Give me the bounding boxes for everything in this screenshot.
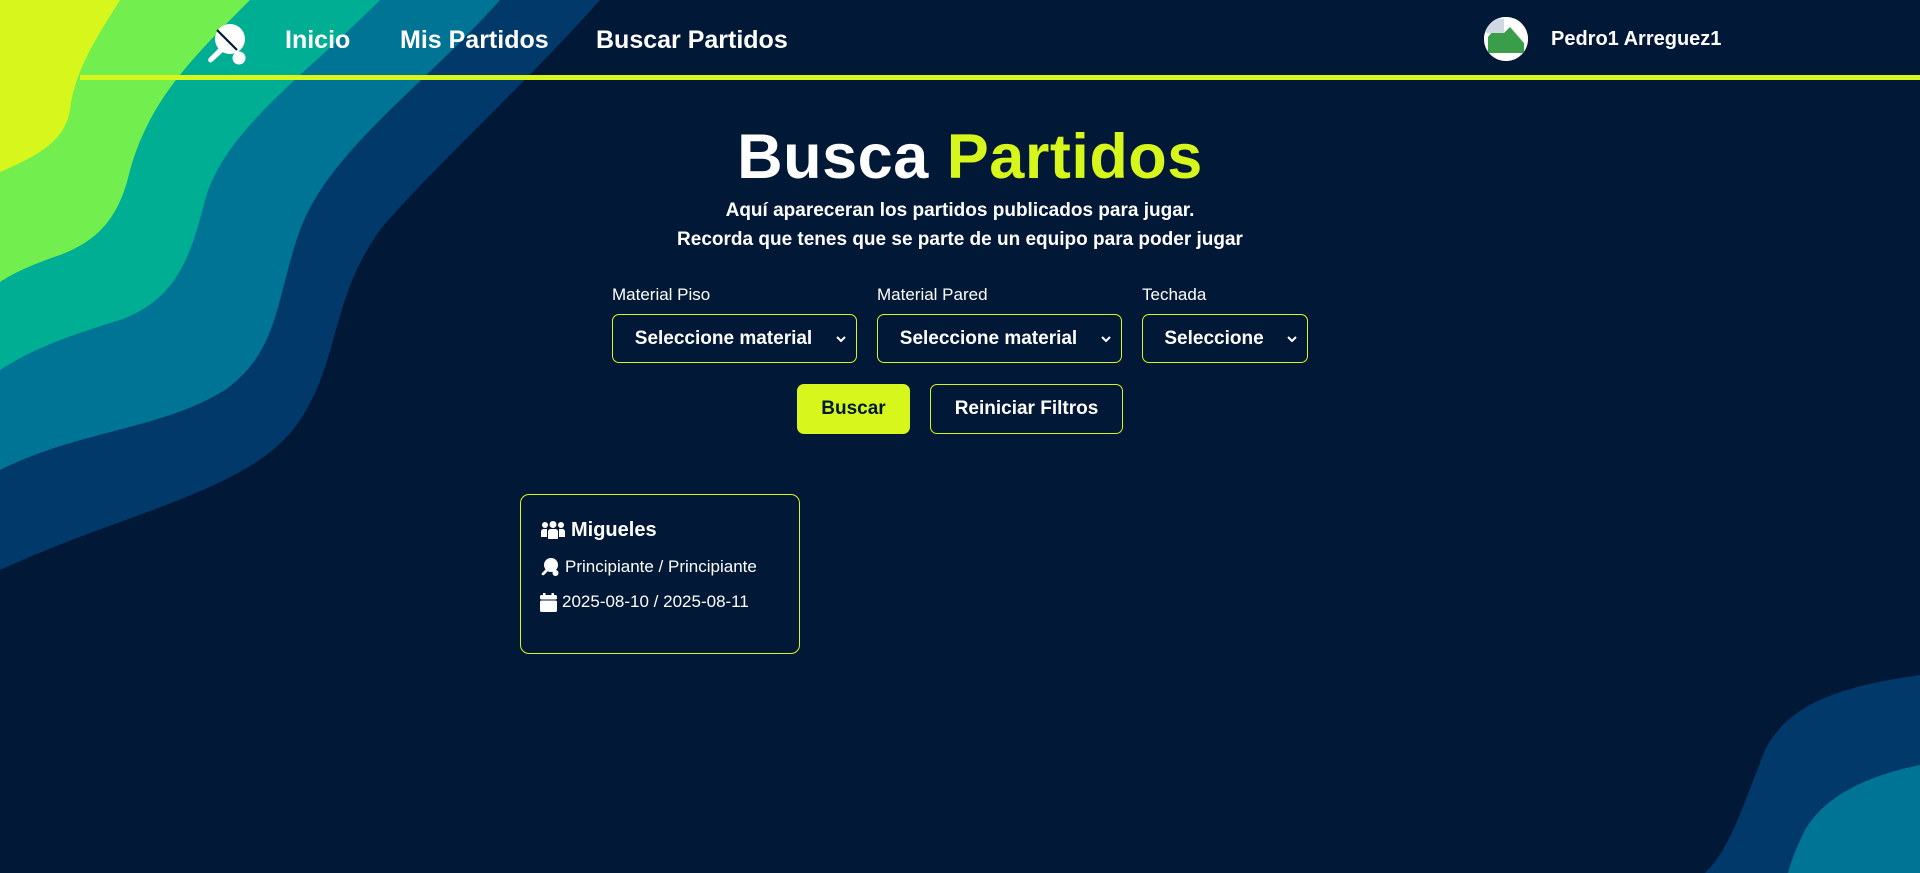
page-subtitle-line2: Recorda que tenes que se parte de un equ… [677, 229, 1243, 250]
select-techada-value: Seleccione [1164, 328, 1264, 349]
match-card-level-row: Principiante / Principiante [540, 557, 757, 577]
nav-link-mis-partidos[interactable]: Mis Partidos [400, 26, 549, 55]
search-button[interactable]: Buscar [797, 384, 910, 434]
page-title-main: Busca [737, 122, 929, 192]
chevron-down-icon [836, 336, 846, 343]
nav-link-inicio[interactable]: Inicio [285, 26, 350, 55]
calendar-icon [540, 592, 557, 612]
page-title: Busca Partidos [0, 121, 1920, 193]
user-name[interactable]: Pedro1 Arreguez1 [1551, 28, 1721, 51]
reset-filters-button[interactable]: Reiniciar Filtros [930, 384, 1123, 434]
match-card-team-row: Migueles [540, 519, 657, 542]
filter-label-techada: Techada [1142, 285, 1207, 304]
select-techada[interactable]: Seleccione [1142, 314, 1308, 363]
select-material-piso[interactable]: Seleccione material [612, 314, 857, 363]
match-card-dates-row: 2025-08-10 / 2025-08-11 [540, 592, 749, 612]
ping-pong-paddle-icon[interactable] [205, 22, 249, 66]
nav-link-buscar-partidos[interactable]: Buscar Partidos [596, 26, 788, 55]
match-card[interactable]: Migueles Principiante / Principiante 202… [520, 494, 800, 654]
avatar[interactable] [1484, 17, 1528, 61]
select-material-pared-value: Seleccione material [899, 328, 1078, 349]
filter-label-material-piso: Material Piso [612, 285, 711, 304]
chevron-down-icon [1101, 336, 1111, 343]
broken-image-icon [1484, 17, 1528, 61]
match-card-level: Principiante / Principiante [565, 557, 757, 576]
select-material-pared[interactable]: Seleccione material [877, 314, 1122, 363]
select-material-piso-value: Seleccione material [634, 328, 813, 349]
page-title-accent: Partidos [946, 122, 1203, 192]
page-subtitle-line1: Aquí apareceran los partidos publicados … [725, 200, 1195, 221]
ping-pong-paddle-icon [541, 558, 559, 576]
page: Inicio Mis Partidos Buscar Partidos Pedr… [0, 0, 1920, 873]
match-card-team: Migueles [571, 519, 657, 541]
filter-label-material-pared: Material Pared [877, 285, 988, 304]
navbar: Inicio Mis Partidos Buscar Partidos Pedr… [80, 0, 1920, 80]
users-icon [541, 520, 565, 539]
chevron-down-icon [1287, 336, 1297, 343]
match-card-dates: 2025-08-10 / 2025-08-11 [562, 592, 749, 611]
